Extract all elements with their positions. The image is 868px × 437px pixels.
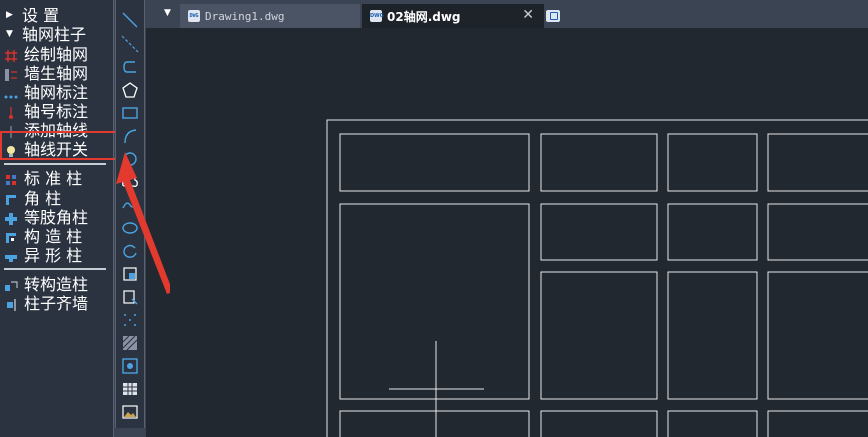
menu-item-grid-dimension[interactable]: 轴网标注 — [4, 83, 110, 102]
room-rect — [767, 271, 868, 400]
menu-item-label: 柱子齐墙 — [24, 294, 89, 313]
grid-icon — [4, 48, 18, 62]
crosshair-cursor — [389, 341, 484, 437]
caret-right-icon: ▶ — [6, 10, 13, 20]
point-icon[interactable] — [121, 311, 139, 329]
menu-item-label: 绘制轴网 — [24, 45, 89, 64]
tab-label: 02轴网.dwg — [387, 9, 461, 24]
section-grid-columns[interactable]: ▼ 轴网柱子 — [6, 25, 112, 44]
new-tab-icon[interactable] — [546, 10, 560, 22]
section-label: 轴网柱子 — [22, 25, 87, 44]
divider — [4, 163, 106, 165]
left-panel: ▶ 设 置 ▼ 轴网柱子 绘制轴网 墙生轴网 轴网标注 轴号标注 添加轴线 轴线… — [0, 0, 114, 437]
menu-item-standard-column[interactable]: 标 准 柱 — [4, 169, 110, 188]
room-rect — [767, 133, 868, 192]
room-rect — [667, 133, 758, 192]
table-icon[interactable] — [121, 380, 139, 398]
polygon-icon[interactable] — [121, 81, 139, 99]
room-rect — [339, 203, 530, 400]
dimension-icon — [4, 86, 18, 100]
menu-item-axis-number[interactable]: 轴号标注 — [4, 102, 110, 121]
special-column-icon — [4, 249, 18, 263]
axis-number-icon — [4, 105, 18, 119]
structural-column-icon — [4, 230, 18, 244]
tab-label: Drawing1.dwg — [205, 9, 285, 23]
room-rect — [767, 203, 868, 261]
menu-item-structural-column[interactable]: 构 造 柱 — [4, 227, 110, 246]
hatch-icon[interactable] — [121, 334, 139, 352]
menu-item-label: 等肢角柱 — [24, 208, 89, 227]
region-icon[interactable] — [121, 357, 139, 375]
highlight-box — [0, 131, 126, 160]
arc-icon[interactable] — [121, 127, 139, 145]
menu-item-label: 构 造 柱 — [24, 227, 83, 246]
menu-item-label: 转构造柱 — [24, 275, 89, 294]
room-rect — [667, 203, 758, 261]
menu-item-convert-column[interactable]: 转构造柱 — [4, 275, 110, 294]
tab-list-dropdown-icon[interactable]: ▼ — [164, 8, 174, 20]
room-rect — [540, 133, 658, 192]
dwg-file-icon: DWG — [370, 10, 384, 22]
divider — [4, 268, 106, 270]
room-rect — [339, 133, 530, 192]
tab-drawing1[interactable]: DWG Drawing1.dwg — [180, 4, 360, 28]
tab-02-grid[interactable]: DWG 02轴网.dwg ✕ — [362, 4, 544, 28]
caret-down-icon: ▼ — [6, 29, 13, 39]
room-rect — [339, 410, 530, 437]
line-icon[interactable] — [121, 11, 139, 29]
corner-column-icon — [4, 192, 18, 206]
section-settings[interactable]: ▶ 设 置 — [6, 6, 112, 25]
room-rect — [540, 410, 658, 437]
equal-leg-column-icon — [4, 211, 18, 225]
room-rect — [667, 410, 758, 437]
standard-column-icon — [4, 172, 18, 186]
menu-item-draw-grid[interactable]: 绘制轴网 — [4, 45, 110, 64]
align-column-icon — [4, 297, 18, 311]
tab-bar: ▼ DWG Drawing1.dwg DWG 02轴网.dwg ✕ — [146, 0, 868, 28]
room-rect — [667, 271, 758, 400]
drawing-canvas[interactable] — [146, 28, 868, 437]
room-rect — [540, 203, 658, 261]
menu-item-equal-leg-column[interactable]: 等肢角柱 — [4, 208, 110, 227]
menu-item-label: 角 柱 — [24, 189, 62, 208]
menu-item-wall-grid[interactable]: 墙生轴网 — [4, 64, 110, 83]
wall-grid-icon — [4, 67, 18, 81]
dwg-file-icon: DWG — [188, 10, 200, 22]
convert-column-icon — [4, 278, 18, 292]
menu-item-align-column[interactable]: 柱子齐墙 — [4, 294, 110, 313]
menu-item-label: 轴号标注 — [24, 102, 89, 121]
annotation-arrow — [116, 152, 170, 294]
drawing-svg — [326, 119, 868, 437]
menu-item-label: 墙生轴网 — [24, 64, 89, 83]
menu-item-label: 异 形 柱 — [24, 246, 83, 265]
image-icon[interactable] — [121, 403, 139, 421]
polyline-icon[interactable] — [121, 58, 139, 76]
close-icon[interactable]: ✕ — [522, 7, 534, 23]
room-rect — [540, 271, 658, 400]
room-rect — [767, 410, 868, 437]
menu-item-corner-column[interactable]: 角 柱 — [4, 189, 110, 208]
construction-line-icon[interactable] — [121, 35, 139, 53]
rectangle-icon[interactable] — [121, 104, 139, 122]
menu-item-special-column[interactable]: 异 形 柱 — [4, 246, 110, 265]
menu-item-label: 标 准 柱 — [24, 169, 83, 188]
menu-item-label: 轴网标注 — [24, 83, 89, 102]
section-label: 设 置 — [22, 6, 60, 25]
